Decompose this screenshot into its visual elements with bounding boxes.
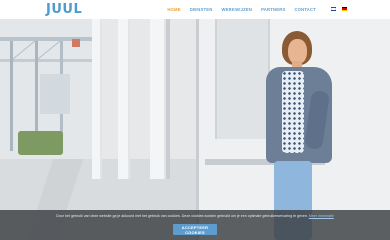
- woman-photo: [252, 31, 342, 240]
- column-3: [150, 19, 166, 179]
- nav-partners[interactable]: Partners: [261, 7, 285, 12]
- flag-nl-icon[interactable]: [331, 7, 336, 11]
- blouse: [282, 71, 304, 153]
- accept-cookies-button[interactable]: Accepteer cookies: [173, 224, 217, 235]
- language-switcher: [331, 7, 347, 11]
- column-1: [92, 19, 102, 179]
- site-logo[interactable]: JUUL: [46, 2, 82, 17]
- plants: [18, 131, 63, 155]
- nav-contact[interactable]: Contact: [294, 7, 316, 12]
- nav-werkwijzen[interactable]: Werkwijzen: [221, 7, 252, 12]
- cookie-more-link[interactable]: Meer informatie: [309, 214, 334, 218]
- column-2: [118, 19, 130, 179]
- site-header: JUUL Home Diensten Werkwijzen Partners C…: [0, 0, 390, 19]
- cookie-text: Door het gebruik van deze website ga je …: [56, 214, 308, 218]
- nav-home[interactable]: Home: [167, 7, 180, 12]
- wall-edge: [196, 19, 199, 240]
- nav-diensten[interactable]: Diensten: [190, 7, 213, 12]
- cookie-banner: Door het gebruik van deze website ga je …: [0, 210, 390, 240]
- column-shadow: [166, 19, 170, 179]
- cookie-message: Door het gebruik van deze website ga je …: [0, 214, 390, 218]
- hero-image: [0, 19, 390, 240]
- main-nav: Home Diensten Werkwijzen Partners Contac…: [167, 7, 316, 12]
- flag-de-icon[interactable]: [342, 7, 347, 11]
